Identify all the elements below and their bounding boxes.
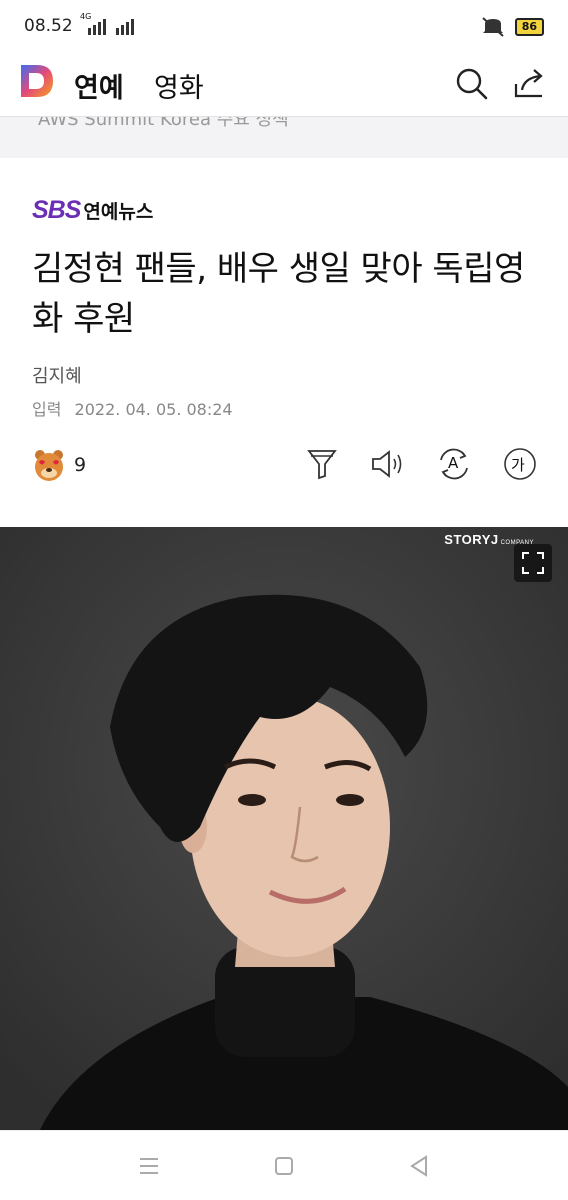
daum-logo[interactable] bbox=[18, 62, 56, 100]
status-time: 08.52 bbox=[24, 16, 73, 36]
reaction-count: 9 bbox=[74, 454, 87, 476]
status-bar: 08.52 4G 86 bbox=[0, 0, 568, 52]
previous-article-strip[interactable]: AWS Summit Korea 주요 정책 bbox=[0, 116, 568, 158]
press-name: SBS bbox=[32, 196, 81, 224]
press-logo[interactable]: SBS 연예뉴스 bbox=[32, 196, 153, 225]
article-headline: 김정현 팬들, 배우 생일 맞아 독립영화 후원 bbox=[32, 249, 525, 339]
search-icon[interactable] bbox=[452, 64, 492, 104]
previous-article-title: AWS Summit Korea 주요 정책 bbox=[38, 116, 289, 130]
app-bar: 연예 영화 bbox=[0, 52, 568, 116]
share-icon[interactable] bbox=[510, 64, 550, 104]
signal-icon: 4G bbox=[80, 12, 138, 36]
date-value: 2022. 04. 05. 08:24 bbox=[74, 400, 233, 419]
back-icon[interactable] bbox=[406, 1153, 432, 1179]
article-photo[interactable] bbox=[0, 527, 568, 1130]
fullscreen-icon[interactable] bbox=[514, 544, 552, 582]
reaction-emoji-icon bbox=[35, 450, 63, 481]
press-subname: 연예뉴스 bbox=[83, 201, 154, 223]
article-date: 입력 2022. 04. 05. 08:24 bbox=[32, 396, 233, 420]
tab-movie[interactable]: 영화 bbox=[154, 66, 204, 105]
summary-filter-icon[interactable] bbox=[304, 446, 340, 482]
article-author[interactable]: 김지혜 bbox=[32, 362, 82, 388]
font-size-icon[interactable]: 가 bbox=[502, 446, 538, 482]
listen-icon[interactable] bbox=[370, 446, 406, 482]
article-tools: A 가 bbox=[304, 446, 538, 482]
translate-glyph: A bbox=[448, 454, 459, 472]
date-label: 입력 bbox=[32, 400, 62, 419]
home-icon[interactable] bbox=[271, 1153, 297, 1179]
network-type: 4G bbox=[80, 12, 92, 21]
battery-icon: 86 bbox=[514, 18, 544, 36]
photo-credit-name: STORYJ bbox=[444, 532, 499, 547]
recents-icon[interactable] bbox=[136, 1153, 162, 1179]
translate-icon[interactable]: A bbox=[436, 446, 472, 482]
tab-entertainment[interactable]: 연예 bbox=[74, 66, 124, 105]
mute-icon bbox=[482, 17, 504, 37]
reaction-button[interactable]: 9 bbox=[32, 448, 86, 482]
system-nav-bar bbox=[0, 1130, 568, 1200]
font-size-glyph: 가 bbox=[511, 456, 525, 474]
